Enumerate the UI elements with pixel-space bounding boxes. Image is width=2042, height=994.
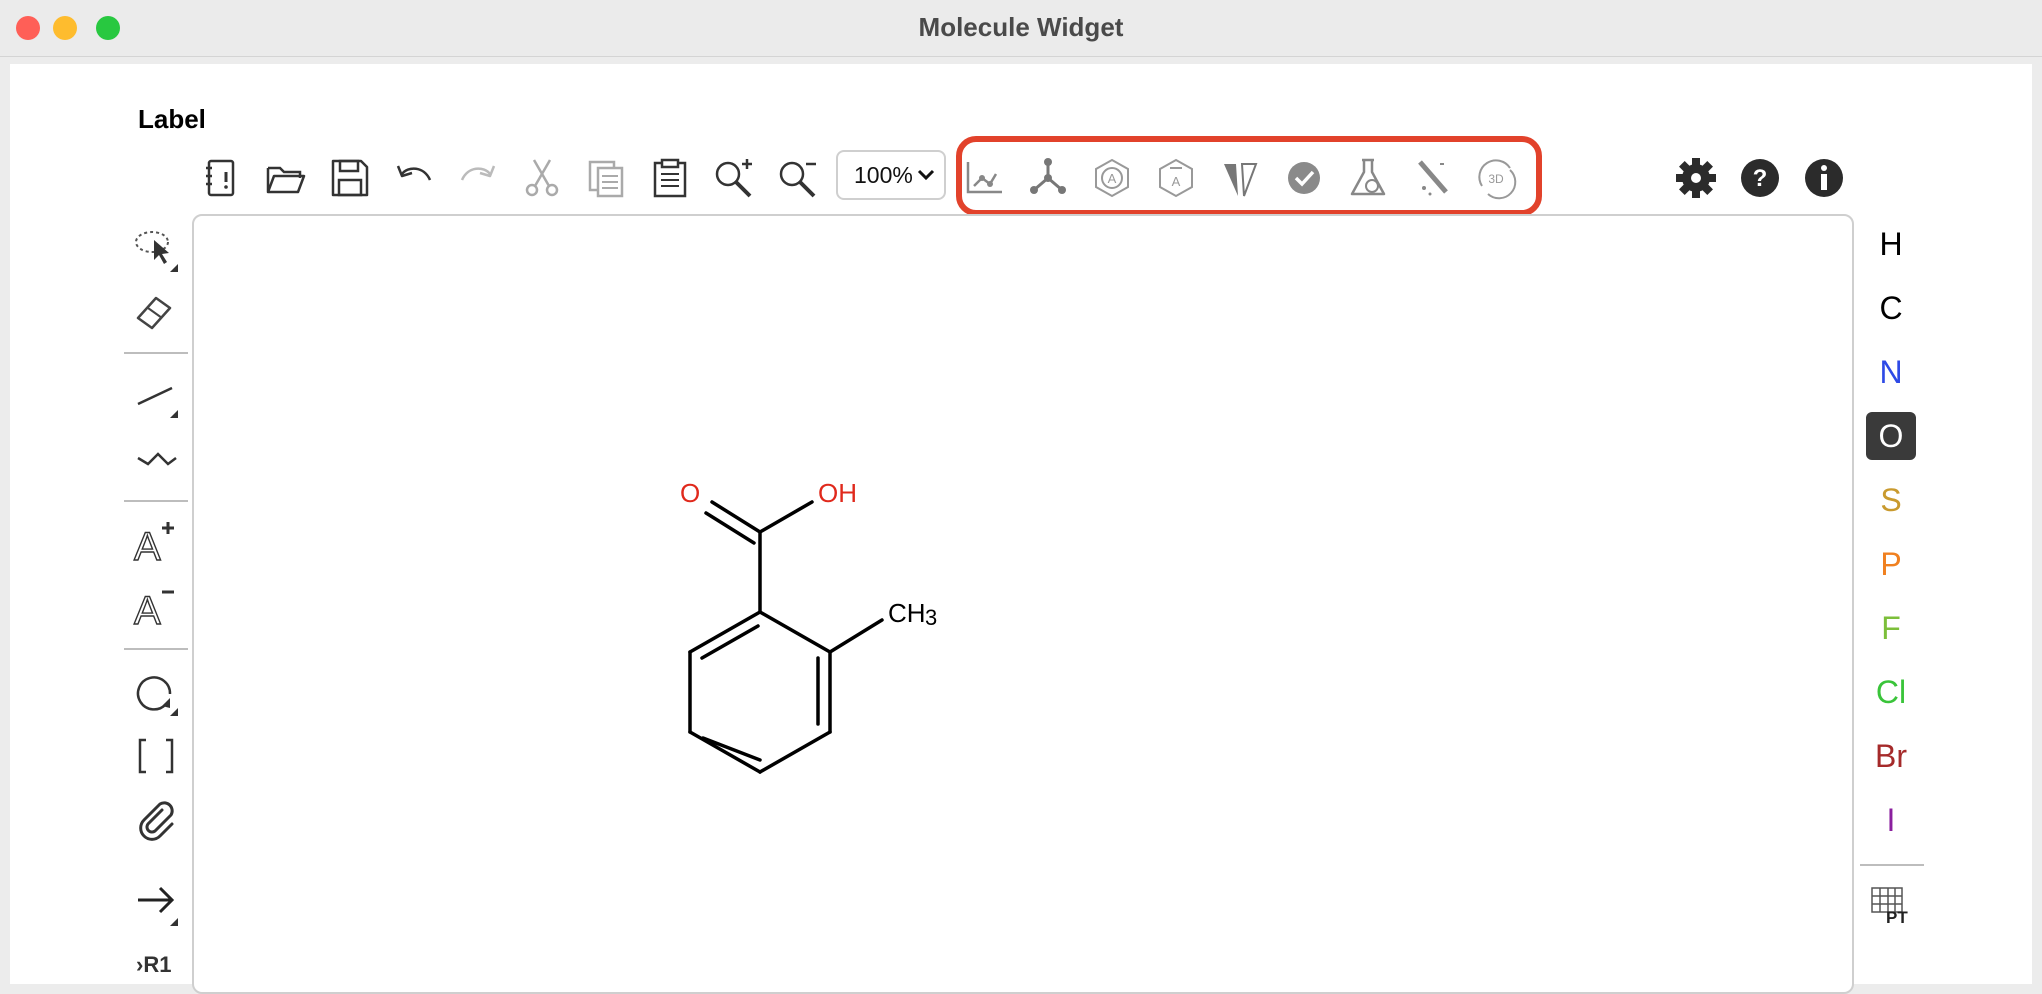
ring-bond	[688, 730, 762, 774]
molecule-drawing: O OH CH 3	[680, 478, 937, 774]
element-button[interactable]: H	[1866, 220, 1916, 268]
element-button-selected[interactable]: O	[1866, 412, 1916, 460]
element-button[interactable]: C	[1866, 284, 1916, 332]
element-button[interactable]: I	[1866, 796, 1916, 844]
hydroxyl-label: OH	[818, 478, 857, 508]
element-button[interactable]: N	[1866, 348, 1916, 396]
element-button[interactable]: Cl	[1866, 668, 1916, 716]
element-button[interactable]: Br	[1866, 732, 1916, 780]
methyl-bond	[828, 618, 884, 654]
element-button[interactable]: F	[1866, 604, 1916, 652]
element-button[interactable]: P	[1866, 540, 1916, 588]
methyl-subscript: 3	[925, 605, 937, 630]
carbonyl-double-bond	[710, 500, 762, 534]
hydroxyl-bond	[758, 500, 814, 534]
palette-divider	[1860, 864, 1924, 866]
ring-bond	[758, 610, 832, 654]
carbonyl-double-bond	[704, 511, 756, 545]
periodic-table-button[interactable]: PT	[1868, 884, 1918, 932]
periodic-table-label: PT	[1886, 908, 1908, 927]
carbonyl-oxygen-label: O	[680, 478, 700, 508]
methyl-label: CH	[888, 598, 926, 628]
element-button[interactable]: S	[1866, 476, 1916, 524]
ring-bond	[758, 730, 832, 774]
